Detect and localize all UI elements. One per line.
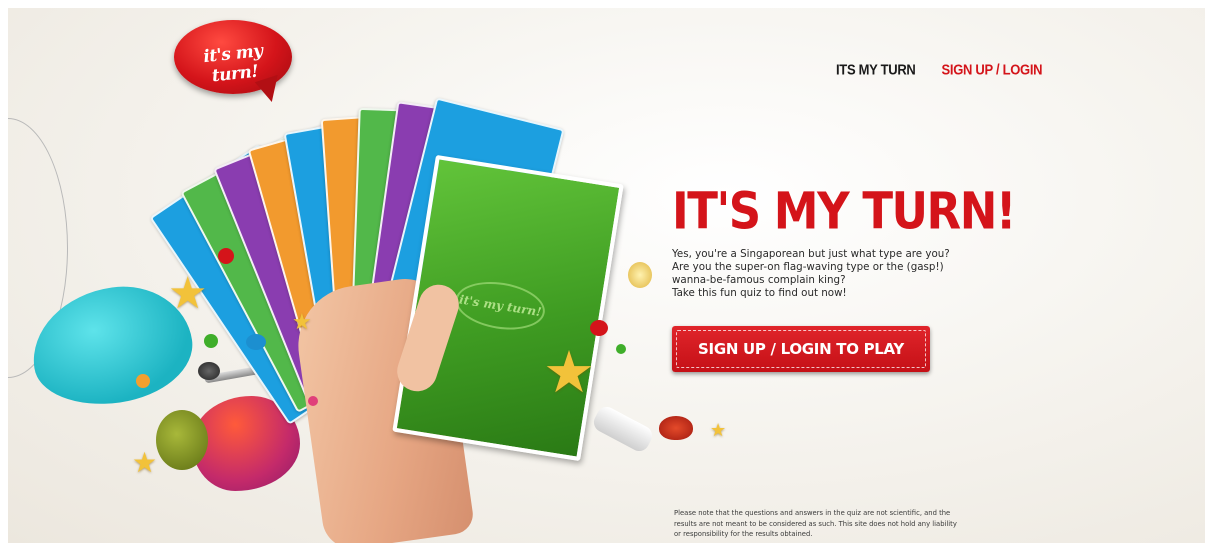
gold-figure-icon	[628, 262, 652, 288]
nav-its-my-turn[interactable]: ITS MY TURN	[836, 61, 916, 78]
disclaimer-line: or responsibility for the results obtain…	[674, 530, 813, 538]
decorative-dot	[218, 248, 234, 264]
hero-illustration: it's my turn! ★ ★ ★ ★ ★	[8, 97, 726, 543]
star-icon: ★	[292, 310, 312, 335]
decorative-dot	[246, 334, 266, 350]
disclaimer: Please note that the questions and answe…	[674, 508, 1034, 540]
hero-description: Yes, you're a Singaporean but just what …	[672, 248, 1002, 300]
logo-link[interactable]: it's my turn!	[174, 20, 294, 108]
hero-desc-line: Yes, you're a Singaporean but just what …	[672, 248, 950, 260]
left-edge	[0, 0, 8, 543]
crab-icon	[659, 416, 693, 440]
decorative-dot	[204, 334, 218, 348]
top-edge	[0, 0, 1205, 8]
hero-title: IT'S MY TURN!	[672, 181, 1016, 241]
nav-signup-login[interactable]: SIGN UP / LOGIN	[942, 61, 1043, 78]
durian-icon	[156, 410, 208, 470]
card-logo: it's my turn!	[452, 276, 549, 336]
microphone-head	[198, 362, 220, 380]
star-icon: ★	[132, 446, 158, 479]
landing-page: it's my turn! ITS MY TURN SIGN UP / LOGI…	[8, 8, 1205, 543]
decorative-dot	[616, 344, 626, 354]
star-icon: ★	[543, 338, 595, 406]
statue-icon	[590, 403, 656, 455]
signup-login-to-play-button[interactable]: SIGN UP / LOGIN TO PLAY	[672, 326, 930, 372]
hero-desc-line: wanna-be-famous complain king?	[672, 274, 846, 286]
decorative-dot	[136, 374, 150, 388]
hero-desc-line: Are you the super-on flag-waving type or…	[672, 261, 944, 273]
top-nav: ITS MY TURN SIGN UP / LOGIN	[836, 61, 1043, 78]
decorative-dot	[308, 396, 318, 406]
star-icon: ★	[710, 420, 727, 441]
disclaimer-line: Please note that the questions and answe…	[674, 509, 951, 517]
hero-desc-line: Take this fun quiz to find out now!	[672, 287, 847, 299]
disclaimer-line: results are not meant to be considered a…	[674, 519, 957, 528]
cta-label: SIGN UP / LOGIN TO PLAY	[698, 340, 904, 358]
star-icon: ★	[168, 268, 208, 319]
decorative-dot	[590, 320, 608, 336]
